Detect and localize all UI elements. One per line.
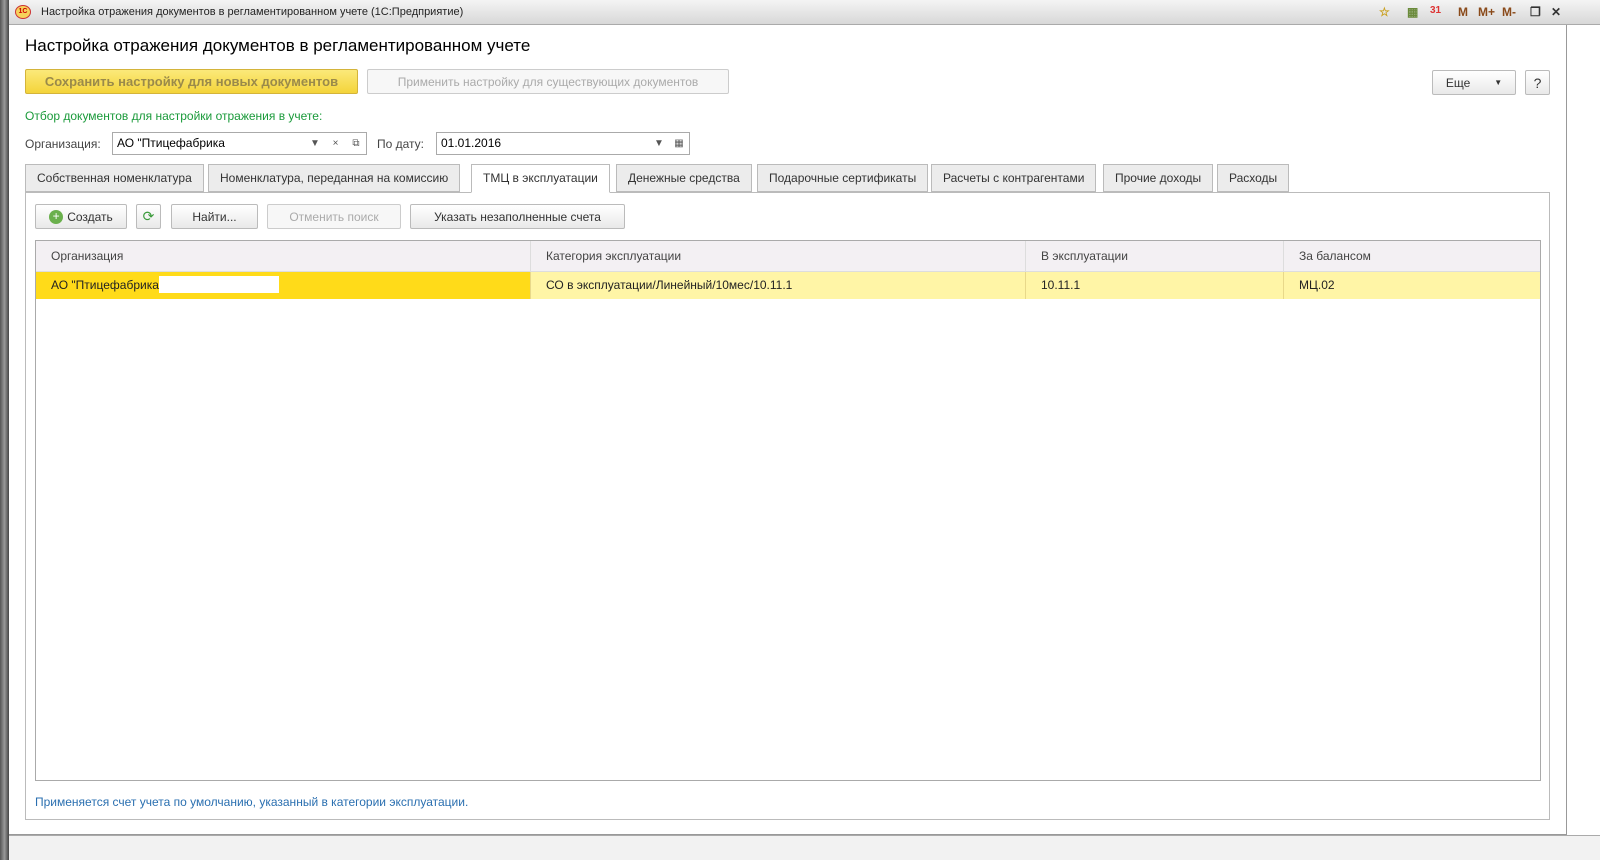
restore-icon[interactable]: ❐ — [1530, 5, 1541, 19]
column-header-in-use[interactable]: В эксплуатации — [1026, 241, 1284, 272]
1c-logo-icon: 1С — [15, 5, 31, 19]
column-header-off-balance[interactable]: За балансом — [1284, 241, 1540, 272]
chevron-down-icon: ▼ — [1494, 78, 1503, 87]
org-open-button[interactable]: ⧉ — [346, 132, 367, 155]
date-input[interactable]: 01.01.2016 — [436, 132, 650, 155]
tab-cash[interactable]: Денежные средства — [616, 164, 752, 192]
refresh-icon: ⟳ — [142, 208, 155, 224]
redacted-block — [158, 275, 279, 293]
tab-commission-nomenclature[interactable]: Номенклатура, переданная на комиссию — [208, 164, 461, 192]
calendar-icon[interactable]: 31 — [1430, 5, 1441, 16]
memory-minus-button[interactable]: M- — [1502, 5, 1516, 19]
cell-category[interactable]: СО в эксплуатации/Линейный/10мес/10.11.1 — [531, 272, 1026, 299]
status-area — [9, 835, 1600, 860]
page-title: Настройка отражения документов в регламе… — [25, 36, 531, 55]
refresh-button[interactable]: ⟳ — [136, 204, 161, 229]
tab-expenses[interactable]: Расходы — [1217, 164, 1290, 192]
memory-m-button[interactable]: M — [1458, 5, 1468, 19]
create-button[interactable]: + Создать — [35, 204, 127, 229]
cell-in-use[interactable]: 10.11.1 — [1026, 272, 1284, 299]
tab-inventory-in-use[interactable]: ТМЦ в эксплуатации — [471, 164, 610, 193]
favorite-icon[interactable]: ☆ — [1379, 5, 1390, 19]
org-dropdown-button[interactable]: ▼ — [305, 132, 326, 155]
calculator-icon[interactable]: ▦ — [1407, 5, 1418, 19]
column-header-organization[interactable]: Организация — [36, 241, 531, 272]
footer-note: Применяется счет учета по умолчанию, ука… — [35, 795, 469, 809]
tab-gift-certificates[interactable]: Подарочные сертификаты — [757, 164, 929, 192]
apply-settings-button[interactable]: Применить настройку для существующих док… — [367, 69, 729, 94]
cancel-search-button[interactable]: Отменить поиск — [267, 204, 401, 229]
window-title: Настройка отражения документов в регламе… — [41, 6, 464, 18]
plus-icon: + — [49, 209, 64, 224]
tab-own-nomenclature[interactable]: Собственная номенклатура — [25, 164, 204, 192]
cell-organization[interactable]: АО "Птицефабрика — [36, 272, 531, 299]
org-clear-button[interactable]: × — [325, 132, 347, 155]
specify-empty-accounts-button[interactable]: Указать незаполненные счета — [410, 204, 625, 229]
calendar-picker-icon[interactable]: ▦ — [669, 132, 690, 155]
organization-value: АО "Птицефабрика — [51, 278, 159, 292]
memory-plus-button[interactable]: M+ — [1478, 5, 1495, 19]
more-label: Еще — [1445, 75, 1471, 90]
help-button[interactable]: ? — [1525, 70, 1550, 95]
title-bar: 1С Настройка отражения документов в регл… — [9, 0, 1600, 25]
date-dropdown-button[interactable]: ▼ — [649, 132, 670, 155]
window-border — [0, 0, 9, 860]
find-button[interactable]: Найти... — [171, 204, 258, 229]
save-settings-button[interactable]: Сохранить настройку для новых документов — [25, 69, 358, 94]
more-button[interactable]: Еще ▼ — [1432, 70, 1516, 95]
org-label: Организация: — [25, 137, 101, 151]
filter-heading: Отбор документов для настройки отражения… — [25, 109, 323, 123]
tab-counterparty-settlements[interactable]: Расчеты с контрагентами — [931, 164, 1097, 192]
cell-off-balance[interactable]: МЦ.02 — [1284, 272, 1540, 299]
close-icon[interactable]: ✕ — [1551, 5, 1561, 19]
create-label: Создать — [67, 209, 113, 224]
organization-input[interactable]: АО "Птицефабрика — [112, 132, 306, 155]
date-label: По дату: — [377, 137, 425, 151]
settings-table[interactable]: Организация Категория эксплуатации В экс… — [35, 240, 1541, 781]
column-header-category[interactable]: Категория эксплуатации — [531, 241, 1026, 272]
tab-other-income[interactable]: Прочие доходы — [1103, 164, 1214, 192]
